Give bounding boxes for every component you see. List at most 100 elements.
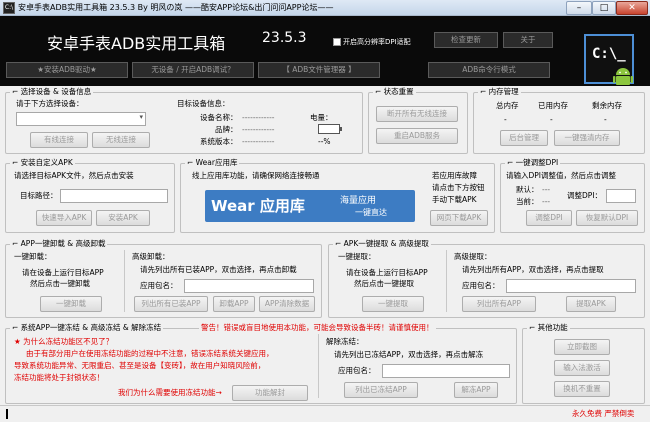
extract-pkg-input[interactable] xyxy=(506,279,636,293)
memory-title: 内存管理 xyxy=(488,87,519,96)
adv-uninstall-title: 高级卸载： xyxy=(132,252,170,261)
no-device-help-button[interactable]: 无设备 / 开启ADB调试？ xyxy=(132,62,254,78)
free-memory-value: - xyxy=(604,115,607,124)
apk-install-title: 安装自定义APK xyxy=(20,158,73,167)
freeze-explain-2: 导致系统功能异常、无限重启、甚至是设备【变砖】，故在用户知晓风险前， xyxy=(14,361,266,370)
collapse-icon: ⌐ xyxy=(507,158,516,167)
other-title: 其他功能 xyxy=(537,323,568,332)
web-download-apk-button[interactable]: 网页下载APK xyxy=(430,210,488,226)
used-memory-label: 已用内存 xyxy=(538,101,568,110)
clean-memory-button[interactable]: 一键强清内存 xyxy=(554,130,620,146)
freeze-title: 系统APP一键冻结 & 高级冻结 & 解除冻结 xyxy=(20,323,162,332)
brand-label: 品牌： xyxy=(215,125,238,134)
battery-tip-icon xyxy=(340,127,342,131)
wear-fail-hint-3: 手动下载APK xyxy=(432,195,477,204)
hd-dpi-checkbox[interactable] xyxy=(333,38,341,46)
restore-dpi-button[interactable]: 恢复默认DPI xyxy=(576,210,638,226)
why-freeze-link[interactable]: 我们为什么需要使用冻结功能→ xyxy=(118,388,222,398)
uninstall-app-button[interactable]: 卸载APP xyxy=(213,296,255,312)
install-apk-button[interactable]: 安装APK xyxy=(96,210,150,226)
uninstall-pkg-label: 应用包名： xyxy=(140,281,178,290)
uninstall-pkg-input[interactable] xyxy=(184,279,314,293)
background-manage-button[interactable]: 后台管理 xyxy=(500,130,548,146)
other-group-label: ⌐ 其他功能 xyxy=(527,323,570,333)
simple-uninstall-title: 一键卸载： xyxy=(14,252,52,261)
unfreeze-app-button[interactable]: 解冻APP xyxy=(454,382,498,398)
battery-value: --% xyxy=(318,137,331,146)
main-title: 安卓手表ADB实用工具箱 xyxy=(47,34,226,53)
screenshot-button[interactable]: 立即截图 xyxy=(554,339,610,355)
target-path-label: 目标路径： xyxy=(20,191,58,200)
wear-app-store-banner[interactable]: Wear 应用库 海量应用 一键直达 xyxy=(205,190,415,222)
collapse-icon: ⌐ xyxy=(12,158,21,167)
dpi-input[interactable] xyxy=(606,189,636,203)
extract-apk-button[interactable]: 提取APK xyxy=(566,296,616,312)
activate-ime-button[interactable]: 输入法激活 xyxy=(554,360,610,376)
cmd-mode-button[interactable]: ADB命令行模式 xyxy=(428,62,550,78)
wired-connect-button[interactable]: 有线连接 xyxy=(30,132,88,148)
import-apk-button[interactable]: 快速导入APK xyxy=(36,210,92,226)
dpi-group-label: ⌐ 一键调整DPI xyxy=(505,158,561,168)
dpi-current-value: --- xyxy=(542,197,551,206)
simple-extract-title: 一键提取： xyxy=(338,252,376,261)
total-memory-label: 总内存 xyxy=(496,101,519,110)
window-title: 安卓手表ADB实用工具箱 23.5.3 By 明风の岚 ——酷安APP论坛&出门… xyxy=(18,3,334,12)
collapse-icon: ⌐ xyxy=(375,87,384,96)
status-reset-group-label: ⌐ 状态重置 xyxy=(373,87,416,97)
adv-extract-title: 高级提取： xyxy=(454,252,492,261)
extract-pkg-label: 应用包名： xyxy=(462,281,500,290)
dpi-default-label: 默认： xyxy=(516,185,539,194)
install-driver-button[interactable]: ★安装ADB驱动★ xyxy=(6,62,128,78)
check-update-button[interactable]: 检查更新 xyxy=(434,32,498,48)
status-bar: 永久免费 严禁倒卖 xyxy=(0,405,650,422)
clear-app-data-button[interactable]: APP清除数据 xyxy=(259,296,315,312)
simple-extract-hint-2: 然后点击一键提取 xyxy=(354,279,414,288)
collapse-icon: ⌐ xyxy=(12,87,21,96)
hd-dpi-checkbox-label: 开启高分辨率DPI适配 xyxy=(343,38,411,46)
adjust-dpi-button[interactable]: 调整DPI xyxy=(526,210,572,226)
target-path-input[interactable] xyxy=(60,189,168,203)
collapse-icon: ⌐ xyxy=(187,158,196,167)
switch-no-reset-button[interactable]: 换机不重置 xyxy=(554,381,610,397)
list-all-apps-button[interactable]: 列出所有APP xyxy=(462,296,536,312)
freeze-question: ★ 为什么冻结功能区不见了？ xyxy=(14,337,114,346)
unlock-feature-button[interactable]: 功能解封 xyxy=(232,385,308,401)
dpi-adjust-label: 调整DPI： xyxy=(567,191,603,200)
list-installed-apps-button[interactable]: 列出所有已装APP xyxy=(134,296,208,312)
device-select[interactable]: ▾ xyxy=(16,112,146,126)
wear-banner-text: Wear 应用库 xyxy=(211,197,305,215)
adv-uninstall-hint: 请先列出所有已装APP，双击选择，再点击卸载 xyxy=(140,265,297,274)
wear-fail-hint-1: 若应用库故障 xyxy=(432,171,477,180)
device-group-label: ⌐ 选择设备 & 设备信息 xyxy=(10,87,94,97)
total-memory-value: - xyxy=(504,115,507,124)
file-manager-button[interactable]: 【 ADB文件管理器 】 xyxy=(258,62,380,78)
logo-text: C:\_ xyxy=(592,46,626,62)
maximize-button[interactable]: □ xyxy=(592,1,616,15)
minimize-button[interactable]: – xyxy=(566,1,592,15)
simple-uninstall-button[interactable]: 一键卸载 xyxy=(40,296,102,312)
close-button[interactable]: ✕ xyxy=(616,1,648,15)
version-label: 23.5.3 xyxy=(262,30,307,46)
wireless-connect-button[interactable]: 无线连接 xyxy=(92,132,150,148)
unfreeze-pkg-input[interactable] xyxy=(382,364,510,378)
title-bar: C:\ 安卓手表ADB实用工具箱 23.5.3 By 明风の岚 ——酷安APP论… xyxy=(0,0,650,16)
status-reset-group xyxy=(368,92,468,154)
sys-version-value: ------------ xyxy=(242,137,275,146)
extract-title: APK一键提取 & 高级提取 xyxy=(343,239,429,248)
about-button[interactable]: 关于 xyxy=(503,32,553,48)
app-icon: C:\ xyxy=(3,2,15,14)
restart-adb-button[interactable]: 重启ADB服务 xyxy=(376,128,458,144)
divider xyxy=(124,250,125,312)
freeze-group-label: ⌐ 系统APP一键冻结 & 高级冻结 & 解除冻结 xyxy=(10,323,164,333)
unfreeze-hint: 请先列出已冻结APP，双击选择，再点击解冻 xyxy=(334,350,484,359)
list-frozen-apps-button[interactable]: 列出已冻结APP xyxy=(344,382,418,398)
uninstall-group-label: ⌐ APP一键卸载 & 高级卸载 xyxy=(10,239,108,249)
wear-slogan-1: 海量应用 xyxy=(340,196,377,206)
simple-extract-button[interactable]: 一键提取 xyxy=(362,296,424,312)
extract-group-label: ⌐ APK一键提取 & 高级提取 xyxy=(333,239,431,249)
free-software-note: 永久免费 严禁倒卖 xyxy=(572,409,635,418)
collapse-icon: ⌐ xyxy=(12,323,21,332)
disconnect-wireless-button[interactable]: 断开所有无线连接 xyxy=(376,106,458,122)
freeze-explain-1: 由于有部分用户在使用冻结功能的过程中不注意，错误冻结系统关键应用， xyxy=(26,349,274,358)
battery-label: 电量： xyxy=(310,113,333,122)
